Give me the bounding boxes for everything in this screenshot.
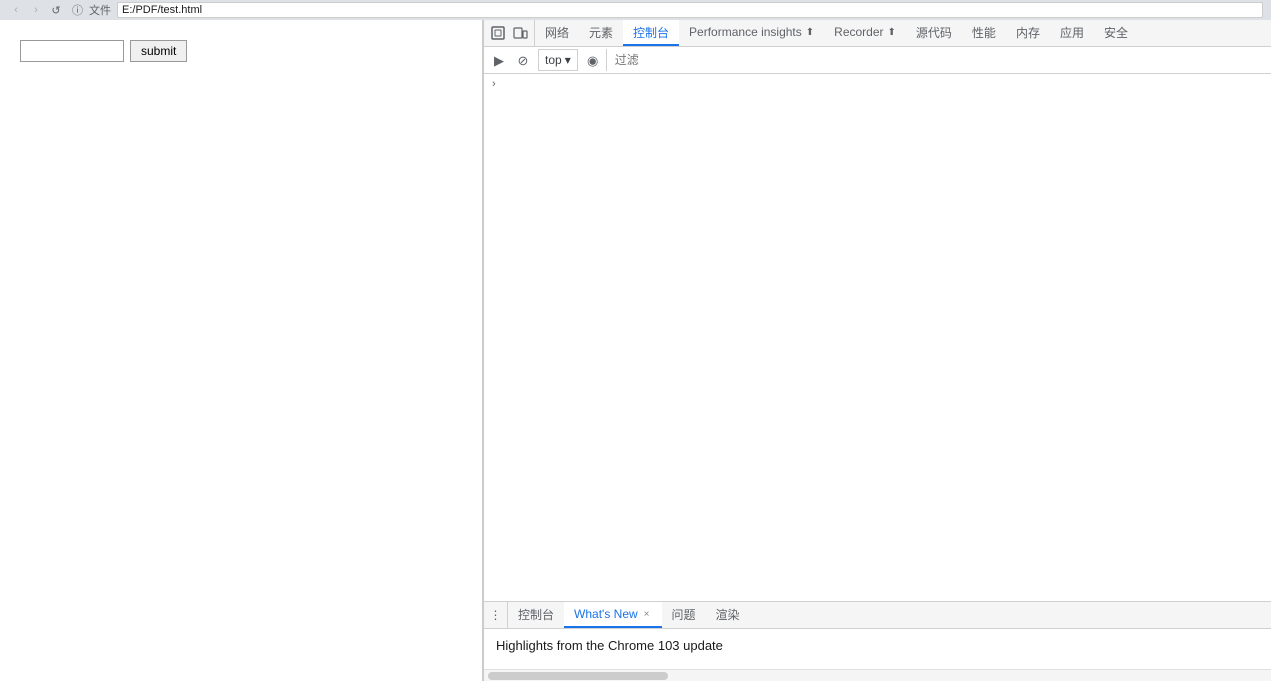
drawer-tab-console[interactable]: 控制台 [508,602,564,628]
nav-buttons: ‹ › ↺ [8,2,64,18]
drawer-tab-close-icon[interactable]: × [642,607,652,622]
context-label: top [545,53,562,67]
inspect-element-icon[interactable] [488,23,508,43]
context-selector[interactable]: top ▾ [538,49,578,71]
devtools-secondary-toolbar: ▶ ⊘ top ▾ ◉ [484,47,1271,74]
drawer-tab-rendering-label: 渲染 [716,606,740,623]
drawer-tab-whats-new-label: What's New [574,607,638,621]
scrollbar-thumb[interactable] [488,672,668,680]
submit-button[interactable]: submit [130,40,187,62]
whats-new-content-text: Highlights from the Chrome 103 update [496,637,1259,655]
back-button[interactable]: ‹ [8,2,24,18]
main-area: submit [0,20,1271,681]
prompt-arrow-icon[interactable]: › [492,78,496,90]
tab-recorder[interactable]: Recorder ⬆ [824,20,906,46]
performance-insights-upgrade-icon: ⬆ [806,27,814,38]
run-script-icon[interactable]: ▶ [488,47,510,74]
clear-console-icon[interactable]: ⊘ [512,47,534,74]
drawer-tab-rendering[interactable]: 渲染 [706,602,750,628]
drawer-menu-icon[interactable]: ⋮ [484,602,508,628]
tab-console[interactable]: 控制台 [623,20,679,46]
tab-application[interactable]: 应用 [1050,20,1094,46]
tab-performance[interactable]: 性能 [962,20,1006,46]
drawer-tab-console-label: 控制台 [518,606,554,623]
scrollbar-area [484,669,1271,681]
drawer-tabs-bar: ⋮ 控制台 What's New × 问题 渲染 [484,602,1271,629]
tab-elements[interactable]: 元素 [579,20,623,46]
tab-memory[interactable]: 内存 [1006,20,1050,46]
drawer-content: Highlights from the Chrome 103 update [484,629,1271,669]
tab-sources[interactable]: 源代码 [906,20,962,46]
title-bar: ‹ › ↺ ⓘ 文件 E:/PDF/test.html [0,0,1271,20]
forward-button[interactable]: › [28,2,44,18]
drawer-tab-issues-label: 问题 [672,606,696,623]
tab-performance-insights[interactable]: Performance insights ⬆ [679,20,824,46]
recorder-upgrade-icon: ⬆ [888,27,896,38]
eye-icon[interactable]: ◉ [582,47,604,74]
devtools-panel: 网络 元素 控制台 Performance insights ⬆ Recorde… [483,20,1271,681]
devtools-tabs: 网络 元素 控制台 Performance insights ⬆ Recorde… [535,20,1271,46]
file-label: 文件 [89,2,111,18]
bottom-drawer: ⋮ 控制台 What's New × 问题 渲染 [484,601,1271,681]
filter-input[interactable] [606,49,1267,71]
devtools-toolbar: 网络 元素 控制台 Performance insights ⬆ Recorde… [484,20,1271,47]
drawer-tab-issues[interactable]: 问题 [662,602,706,628]
page-area: submit [0,20,483,681]
address-bar-area: ⓘ 文件 E:/PDF/test.html [72,2,1263,18]
tab-security[interactable]: 安全 [1094,20,1138,46]
console-prompt-row: › [484,74,1271,94]
refresh-button[interactable]: ↺ [48,2,64,18]
page-text-input[interactable] [20,40,124,62]
console-area: › [484,74,1271,601]
toolbar-icons [484,20,535,46]
drawer-tab-whats-new[interactable]: What's New × [564,602,661,628]
context-dropdown-arrow: ▾ [565,53,571,67]
address-input[interactable]: E:/PDF/test.html [117,2,1263,18]
security-icon: ⓘ [72,2,83,18]
device-toggle-icon[interactable] [510,23,530,43]
tab-network[interactable]: 网络 [535,20,579,46]
page-input-row: submit [20,40,462,62]
